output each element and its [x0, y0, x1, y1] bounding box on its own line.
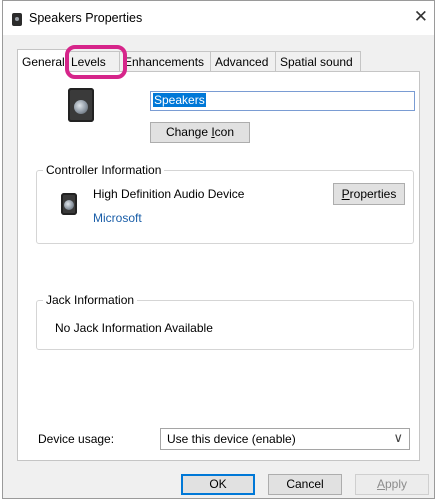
- ok-button[interactable]: OK: [181, 474, 255, 495]
- close-icon[interactable]: ✕: [414, 7, 428, 27]
- cancel-button[interactable]: Cancel: [268, 474, 342, 495]
- controller-information-group: Controller Information High Definition A…: [36, 163, 414, 244]
- speaker-icon: [12, 13, 22, 26]
- chevron-down-icon: ∨: [393, 430, 403, 445]
- levels-tab-highlight: [65, 45, 127, 79]
- window-title: Speakers Properties: [29, 11, 143, 25]
- tab-enhancements[interactable]: Enhancements: [119, 51, 211, 71]
- controller-section-label: Controller Information: [43, 163, 165, 177]
- jack-info-text: No Jack Information Available: [55, 321, 213, 335]
- title-bar: Speakers Properties ✕: [3, 1, 434, 35]
- jack-information-group: Jack Information No Jack Information Ava…: [36, 293, 414, 350]
- speaker-icon: [61, 193, 77, 215]
- device-usage-value: Use this device (enable): [167, 432, 296, 446]
- device-name-input[interactable]: Speakers: [150, 91, 415, 111]
- apply-button[interactable]: Apply: [355, 474, 429, 495]
- speaker-icon: [68, 88, 94, 122]
- tab-spatial-sound[interactable]: Spatial sound: [275, 51, 361, 71]
- controller-vendor: Microsoft: [93, 211, 142, 225]
- tab-advanced[interactable]: Advanced: [210, 51, 276, 71]
- jack-section-label: Jack Information: [43, 293, 138, 307]
- device-usage-label: Device usage:: [38, 432, 115, 446]
- change-icon-button[interactable]: Change Icon: [150, 122, 250, 143]
- device-usage-select[interactable]: Use this device (enable) ∨: [160, 428, 410, 450]
- properties-window: Speakers Properties ✕ General Levels Enh…: [2, 0, 435, 499]
- controller-name: High Definition Audio Device: [93, 187, 245, 201]
- general-tab-panel: Speakers Change Icon Controller Informat…: [17, 71, 420, 461]
- device-name-text: Speakers: [153, 93, 206, 107]
- controller-properties-button[interactable]: Properties: [333, 183, 405, 205]
- tab-general[interactable]: General: [17, 49, 67, 73]
